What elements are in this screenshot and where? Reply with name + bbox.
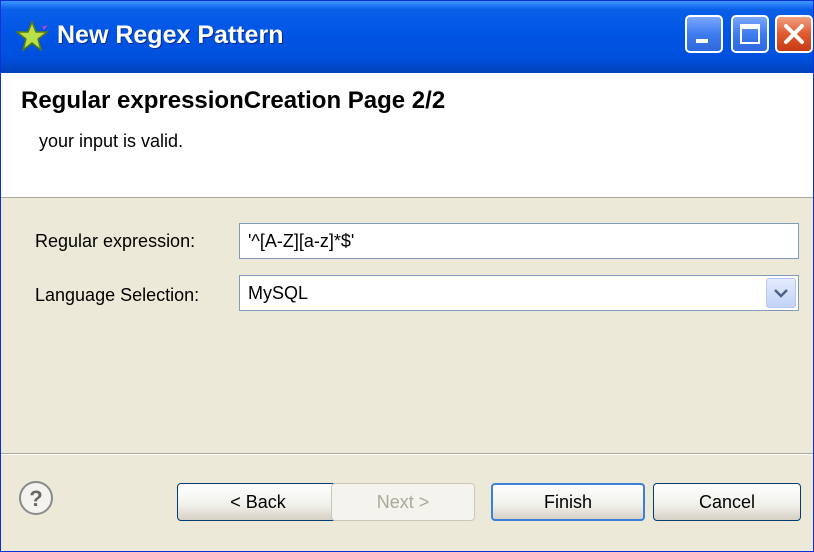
finish-button[interactable]: Finish — [491, 483, 645, 521]
language-select[interactable]: MySQL — [239, 275, 799, 311]
maximize-button[interactable] — [731, 15, 769, 53]
regex-input-value: '^[A-Z][a-z]*$' — [248, 231, 355, 251]
dropdown-button[interactable] — [766, 278, 796, 308]
language-select-value: MySQL — [248, 283, 309, 303]
help-icon[interactable]: ? — [17, 479, 55, 517]
star-icon — [14, 19, 50, 53]
language-label: Language Selection: — [35, 285, 200, 305]
status-message: your input is valid. — [39, 131, 184, 151]
regex-label: Regular expression: — [35, 231, 196, 251]
separator — [1, 453, 813, 455]
title-bar[interactable]: New Regex Pattern — [1, 1, 813, 73]
window-title: New Regex Pattern — [57, 21, 284, 49]
next-button[interactable]: Next > — [331, 483, 475, 521]
minimize-button[interactable] — [685, 15, 723, 53]
regex-input[interactable]: '^[A-Z][a-z]*$' — [239, 223, 799, 259]
close-button[interactable] — [775, 15, 813, 53]
cancel-button[interactable]: Cancel — [653, 483, 801, 521]
svg-text:?: ? — [29, 486, 42, 511]
wizard-header: Regular expressionCreation Page 2/2 your… — [1, 73, 813, 198]
dialog-window: New Regex Pattern Regular expressionCrea… — [0, 0, 814, 552]
page-title: Regular expressionCreation Page 2/2 — [21, 87, 446, 114]
back-button[interactable]: < Back — [177, 483, 339, 521]
